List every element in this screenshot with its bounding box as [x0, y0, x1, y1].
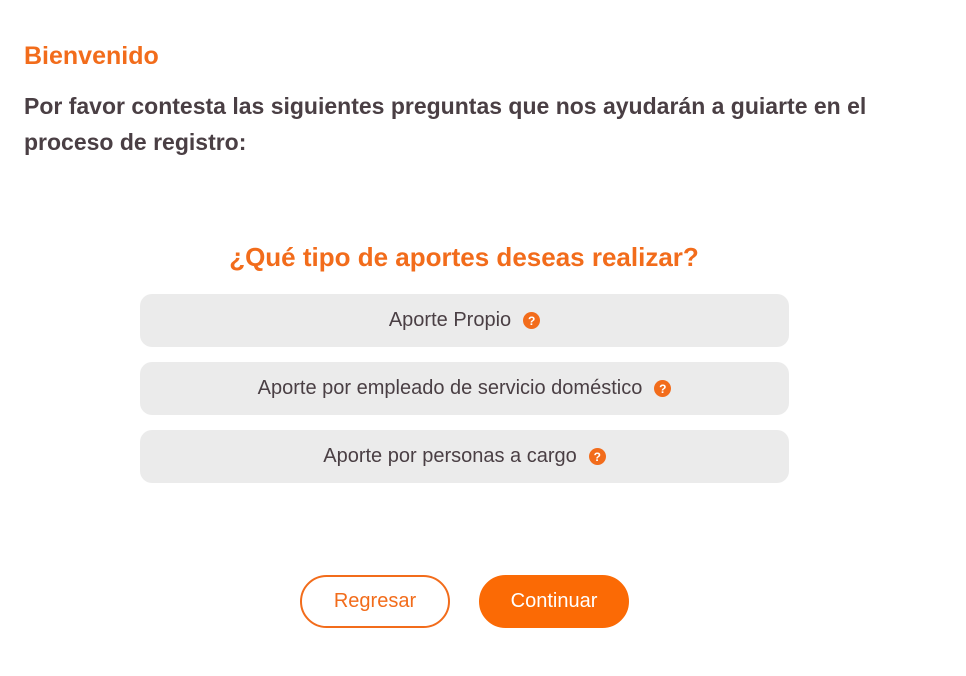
option-aporte-personas-a-cargo[interactable]: Aporte por personas a cargo ? [140, 430, 789, 483]
option-label: Aporte por personas a cargo [323, 445, 577, 467]
welcome-title: Bienvenido [24, 42, 159, 70]
question-circle-icon[interactable]: ? [523, 312, 541, 329]
continue-button[interactable]: Continuar [479, 575, 629, 628]
question-circle-icon[interactable]: ? [654, 380, 672, 397]
registration-page: Bienvenido Por favor contesta las siguie… [0, 0, 966, 676]
question-circle-icon[interactable]: ? [588, 448, 606, 465]
back-button[interactable]: Regresar [300, 575, 450, 628]
question-title: ¿Qué tipo de aportes deseas realizar? [229, 242, 699, 272]
action-buttons: Regresar Continuar [300, 575, 629, 628]
contribution-options: Aporte Propio ? Aporte por empleado de s… [140, 294, 789, 498]
option-label: Aporte por empleado de servicio doméstic… [257, 377, 643, 399]
intro-text: Por favor contesta las siguientes pregun… [24, 93, 867, 155]
option-aporte-propio[interactable]: Aporte Propio ? [140, 294, 789, 347]
option-aporte-empleado-domestico[interactable]: Aporte por empleado de servicio doméstic… [140, 362, 789, 415]
option-label: Aporte Propio [388, 309, 512, 331]
